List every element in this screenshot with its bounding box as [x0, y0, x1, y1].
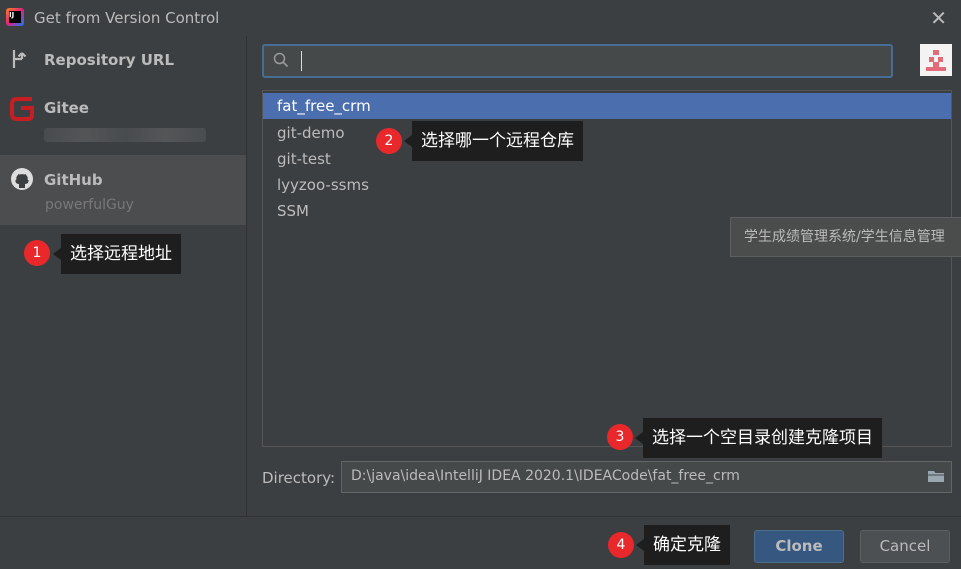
- search-box[interactable]: [262, 44, 893, 78]
- list-item[interactable]: git-test: [263, 146, 951, 172]
- title-bar: IJ Get from Version Control ✕: [0, 0, 961, 36]
- github-account-name: powerfulGuy: [45, 197, 134, 213]
- annotation-callout: 选择哪一个远程仓库: [404, 121, 583, 161]
- directory-label: Directory:: [262, 469, 336, 487]
- github-icon: [11, 168, 33, 190]
- sidebar-item-repository-url[interactable]: Repository URL: [0, 36, 246, 82]
- gitee-icon: [10, 97, 34, 121]
- directory-path: D:\java\idea\IntelliJ IDEA 2020.1\IDEACo…: [351, 468, 740, 484]
- sidebar-item-github[interactable]: GitHub powerfulGuy: [0, 155, 246, 225]
- annotation-badge: 2: [376, 128, 402, 154]
- avatar[interactable]: [920, 44, 952, 76]
- repository-list[interactable]: fat_free_crm git-demo git-test lyyzoo-ss…: [262, 90, 952, 447]
- annotation-callout: 选择远程地址: [53, 234, 181, 274]
- list-item[interactable]: lyyzoo-ssms: [263, 172, 951, 198]
- cancel-button[interactable]: Cancel: [860, 530, 950, 563]
- window-title: Get from Version Control: [34, 9, 220, 27]
- directory-field[interactable]: D:\java\idea\IntelliJ IDEA 2020.1\IDEACo…: [341, 461, 952, 493]
- text-caret: [301, 51, 302, 71]
- repo-description-tooltip: 学生成绩管理系统/学生信息管理: [730, 217, 961, 257]
- sidebar-item-label: Repository URL: [44, 51, 174, 69]
- search-input[interactable]: [300, 50, 884, 72]
- annotation-callout: 选择一个空目录创建克隆项目: [635, 418, 882, 458]
- identicon-icon: [926, 50, 946, 71]
- list-item[interactable]: fat_free_crm: [263, 93, 951, 119]
- close-icon[interactable]: ✕: [930, 6, 947, 30]
- blurred-account-name: [44, 128, 206, 142]
- intellij-app-icon: IJ: [6, 8, 24, 26]
- vcs-branch-icon: [12, 50, 27, 68]
- annotation-badge: 3: [607, 424, 633, 450]
- sidebar-item-label: GitHub: [44, 171, 103, 189]
- folder-icon[interactable]: [927, 469, 945, 483]
- annotation-badge: 4: [608, 532, 634, 558]
- clone-button[interactable]: Clone: [754, 530, 844, 563]
- annotation-callout: 确定克隆: [636, 525, 730, 565]
- list-item[interactable]: git-demo: [263, 120, 951, 146]
- sidebar-item-gitee[interactable]: Gitee: [0, 86, 246, 152]
- sidebar: Repository URL Gitee GitHub powerfulGuy: [0, 36, 247, 516]
- sidebar-item-label: Gitee: [44, 99, 89, 117]
- annotation-badge: 1: [24, 240, 50, 266]
- search-icon: [273, 52, 289, 68]
